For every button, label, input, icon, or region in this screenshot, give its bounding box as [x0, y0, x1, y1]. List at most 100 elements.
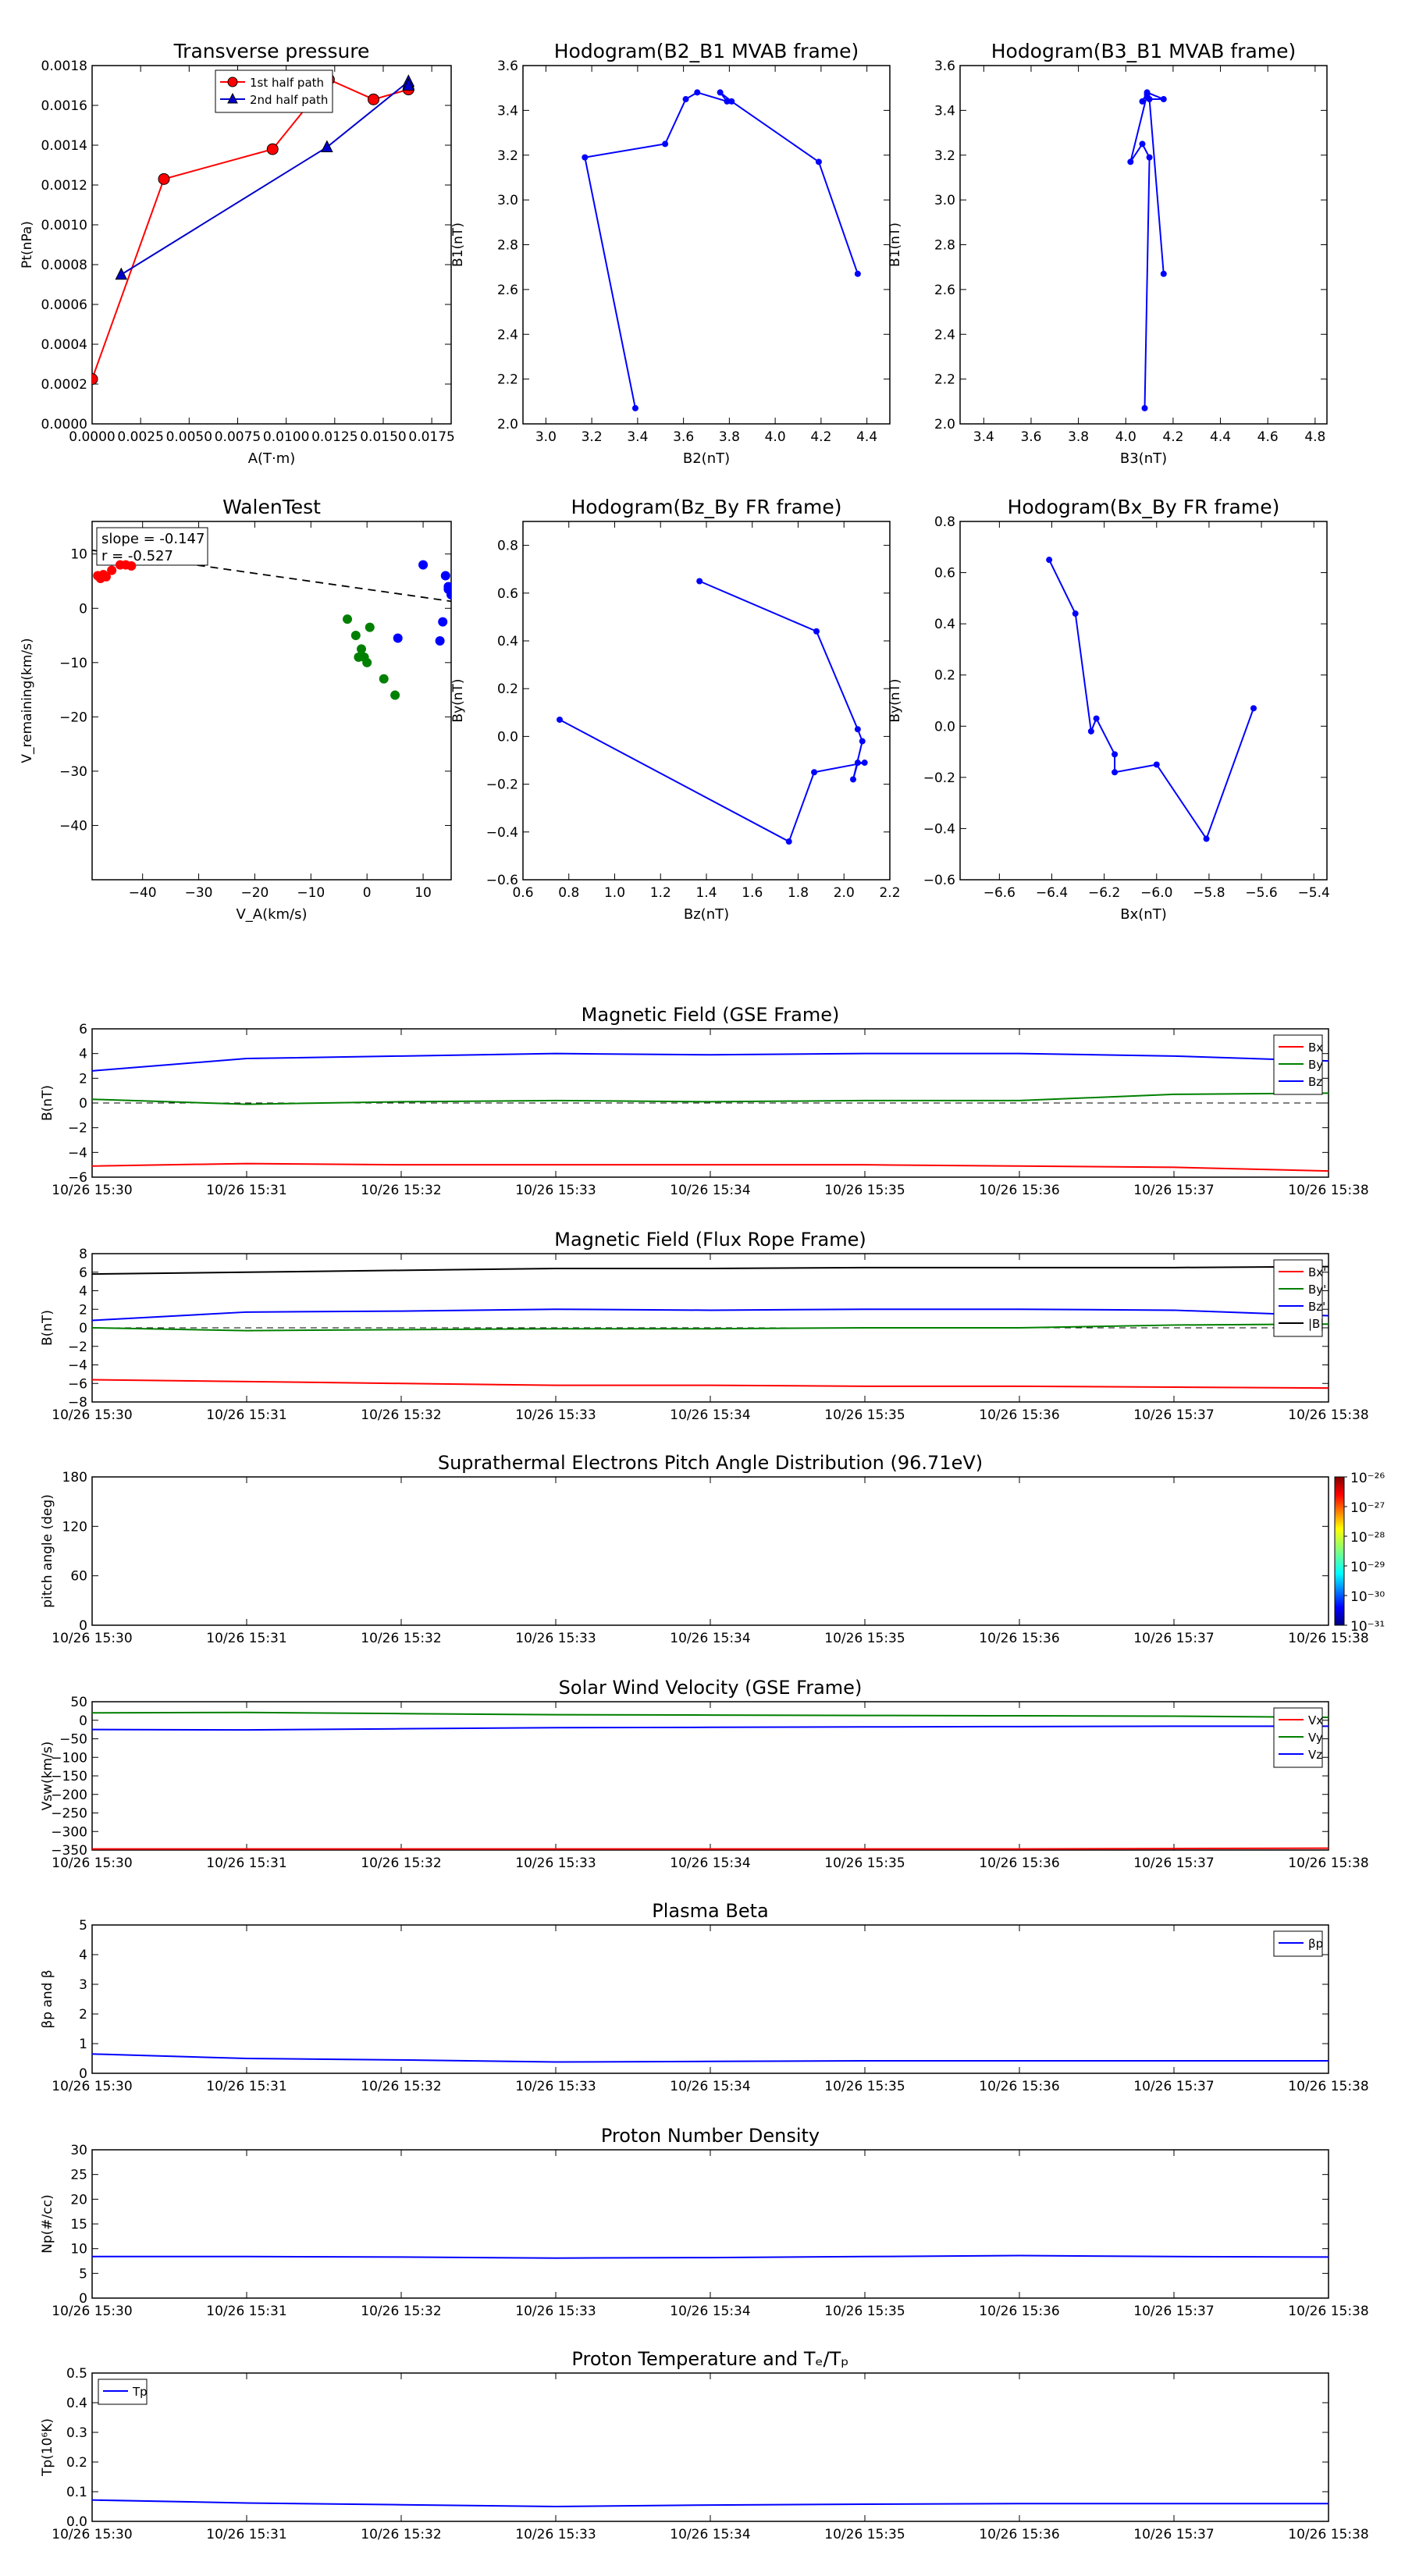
- x-tick-label: 10/26 15:33: [515, 2304, 596, 2319]
- colorbar-tick-label: 10⁻²⁸: [1350, 1530, 1385, 1546]
- y-tick-label: 0.0016: [41, 98, 87, 114]
- x-tick-label: −6.0: [1140, 885, 1172, 901]
- y-tick-label: 2.8: [497, 238, 518, 254]
- x-tick-label: 0.0150: [360, 429, 406, 445]
- x-tick-label: 10/26 15:35: [824, 1631, 905, 1646]
- data-point-dot: [631, 404, 638, 411]
- plot-frame-h31: [959, 65, 1328, 425]
- series-vsw-1: [92, 1711, 1329, 1718]
- x-tick-label: 10/26 15:36: [979, 2527, 1059, 2542]
- scatter-point: [390, 690, 400, 700]
- y-tick-label: 2.2: [497, 372, 518, 388]
- series-bgse-0: [92, 1162, 1329, 1172]
- y-tick-label: 25: [70, 2168, 87, 2183]
- y-tick-label: −0.2: [486, 777, 518, 793]
- y-tick-label: 0.0014: [41, 138, 87, 154]
- y-tick-label: −4: [68, 1358, 87, 1374]
- y-tick-label: 0.8: [497, 539, 518, 554]
- y-tick-label: 0.4: [934, 617, 955, 632]
- y-tick-label: −0.6: [923, 873, 955, 888]
- y-axis-label: B1(nT): [450, 222, 466, 267]
- data-point-dot: [861, 760, 868, 767]
- x-tick-label: 10/26 15:36: [979, 1183, 1059, 1198]
- y-tick-label: 4: [79, 1284, 87, 1300]
- plot-frame-hxy: [959, 521, 1328, 881]
- y-tick-label: 0.0010: [41, 218, 87, 233]
- x-tick-label: 10/26 15:34: [670, 1631, 750, 1646]
- series-h31-0: [1127, 89, 1167, 411]
- y-tick-label: −0.4: [486, 825, 518, 841]
- x-tick-label: 10/26 15:33: [515, 1407, 596, 1423]
- series-line: [92, 2499, 1329, 2508]
- y-tick-label: 0.1: [66, 2485, 87, 2500]
- y-tick-label: 10: [70, 2242, 87, 2258]
- x-tick-label: 4.4: [1210, 429, 1231, 445]
- x-tick-label: 10/26 15:32: [361, 1631, 441, 1646]
- y-tick-label: 3.4: [497, 103, 518, 119]
- y-tick-label: −250: [51, 1806, 87, 1822]
- data-point-dot: [557, 716, 563, 723]
- y-tick-label: 6: [79, 1265, 87, 1281]
- x-tick-label: 3.2: [582, 429, 603, 445]
- x-axis-label: V_A(km/s): [236, 906, 307, 923]
- data-point-dot: [662, 141, 669, 148]
- x-tick-label: 10/26 15:38: [1288, 2079, 1368, 2094]
- x-tick-label: 0.6: [512, 885, 533, 901]
- x-tick-label: 10/26 15:32: [361, 2079, 441, 2094]
- x-axis-label: Bx(nT): [1120, 906, 1166, 923]
- x-tick-label: 10/26 15:32: [361, 2304, 441, 2319]
- data-point-dot: [1072, 610, 1079, 617]
- series-hzy-0: [557, 578, 868, 845]
- plot-frame-vsw: [91, 1701, 1329, 1851]
- legend-marker: [227, 76, 238, 87]
- data-point-dot: [1141, 404, 1148, 411]
- x-tick-label: 10/26 15:34: [670, 2527, 750, 2542]
- y-axis-label: By(nT): [887, 678, 903, 722]
- series-beta-0: [92, 2053, 1329, 2063]
- y-tick-label: 2.4: [934, 327, 955, 343]
- chart-title: Magnetic Field (GSE Frame): [582, 1004, 840, 1026]
- y-tick-label: 20: [70, 2192, 87, 2208]
- chart-title: Proton Temperature and Tₑ/Tₚ: [571, 2348, 848, 2370]
- x-tick-label: 10/26 15:33: [515, 2527, 596, 2542]
- series-np-0: [92, 2254, 1329, 2259]
- series-line: [92, 1379, 1329, 1389]
- x-tick-label: −5.8: [1193, 885, 1225, 901]
- y-tick-label: 2.8: [934, 238, 955, 254]
- data-point-dot: [854, 270, 861, 277]
- data-point-dot: [813, 628, 820, 635]
- y-tick-label: 120: [62, 1519, 87, 1535]
- plot-frame-tp: [91, 65, 452, 425]
- x-tick-label: 10/26 15:31: [206, 1407, 286, 1423]
- y-tick-label: 0.0: [934, 719, 955, 735]
- legend-label: 2nd half path: [250, 93, 328, 107]
- figure-canvas: Transverse pressure0.00000.00020.00040.0…: [20, 40, 1385, 2542]
- x-tick-label: 10/26 15:38: [1288, 1407, 1368, 1423]
- plot-frame-beta: [91, 1924, 1329, 2074]
- y-tick-label: 0.8: [934, 514, 955, 530]
- x-tick-label: 3.6: [673, 429, 694, 445]
- y-tick-label: −2: [68, 1121, 87, 1137]
- series-bfr-3: [92, 1265, 1329, 1276]
- data-point-dot: [1112, 769, 1119, 776]
- data-point-dot: [1203, 835, 1210, 842]
- x-tick-label: 3.4: [627, 429, 648, 445]
- data-point-dot: [728, 98, 735, 105]
- series-line: [92, 1725, 1329, 1731]
- data-point-dot: [1093, 715, 1100, 722]
- y-tick-label: −50: [59, 1732, 87, 1748]
- x-tick-label: 10/26 15:37: [1133, 1631, 1214, 1646]
- y-tick-label: 2.0: [934, 417, 955, 432]
- x-tick-label: 10/26 15:36: [979, 1631, 1059, 1646]
- y-tick-label: 0.2: [934, 668, 955, 684]
- y-tick-label: 2.6: [497, 283, 518, 298]
- scatter-point: [440, 571, 450, 581]
- colorbar: [1334, 1476, 1345, 1626]
- scatter-point: [438, 617, 448, 627]
- series-line: [92, 2053, 1329, 2063]
- x-tick-label: 10/26 15:30: [52, 1407, 132, 1423]
- plot-frame-h21: [522, 65, 891, 425]
- series-bgse-2: [92, 1052, 1329, 1072]
- x-tick-label: 4.0: [1115, 429, 1136, 445]
- y-tick-label: 0: [79, 1321, 87, 1336]
